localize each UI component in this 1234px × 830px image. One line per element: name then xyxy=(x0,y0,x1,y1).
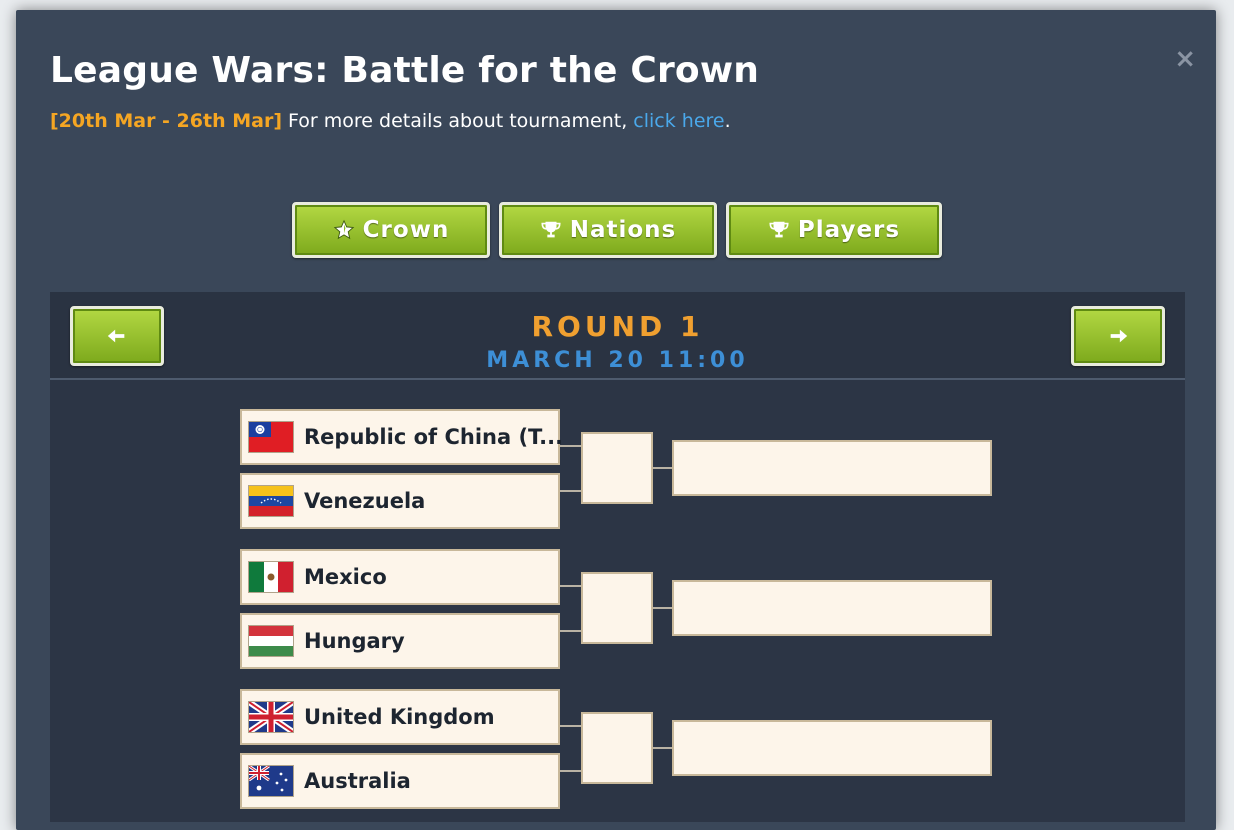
details-link[interactable]: click here xyxy=(633,110,724,132)
round-date: MARCH 20 11:00 xyxy=(486,348,749,373)
tab-nations[interactable]: Nations xyxy=(499,202,717,258)
bracket-slot-team[interactable]: Mexico xyxy=(240,549,560,605)
trophy-icon xyxy=(541,221,561,238)
tab-players-label: Players xyxy=(797,217,901,243)
arrow-right-icon xyxy=(1110,329,1128,343)
match-score-box xyxy=(581,432,653,504)
winner-slot xyxy=(672,580,992,636)
team-name: Republic of China (T... xyxy=(304,425,564,449)
date-range: [20th Mar - 26th Mar] xyxy=(50,110,283,132)
bracket-connector xyxy=(560,770,581,772)
bracket-connector xyxy=(653,607,672,609)
tournament-modal: × League Wars: Battle for the Crown [20t… xyxy=(16,10,1216,830)
bracket-slot-team[interactable]: Republic of China (T... xyxy=(240,409,564,465)
winner-slot xyxy=(672,720,992,776)
team-name: United Kingdom xyxy=(304,705,495,729)
tab-players[interactable]: Players xyxy=(726,202,942,258)
team-name: Venezuela xyxy=(304,489,426,513)
trophy-icon xyxy=(769,221,789,238)
bracket-connector xyxy=(560,585,581,587)
tab-crown-label: Crown xyxy=(362,217,450,243)
match-score-box xyxy=(581,712,653,784)
bracket-connector xyxy=(653,747,672,749)
team-name: Hungary xyxy=(304,629,405,653)
details-suffix: . xyxy=(724,110,731,132)
uk-flag-icon xyxy=(248,701,294,733)
modal-title: League Wars: Battle for the Crown xyxy=(50,50,760,91)
hungary-flag-icon xyxy=(248,625,294,657)
australia-flag-icon xyxy=(248,765,294,797)
bracket-connector xyxy=(560,725,581,727)
star-icon xyxy=(333,219,354,240)
winner-slot xyxy=(672,440,992,496)
bracket-slot-team[interactable]: United Kingdom xyxy=(240,689,560,745)
tournament-subtitle: [20th Mar - 26th Mar] For more details a… xyxy=(50,110,731,132)
bracket-connector xyxy=(560,490,581,492)
round-title: ROUND 1 xyxy=(531,310,704,343)
next-round-button[interactable] xyxy=(1071,306,1165,366)
team-name: Australia xyxy=(304,769,411,793)
match-score-box xyxy=(581,572,653,644)
bracket-panel: ROUND 1 MARCH 20 11:00 Republic of China… xyxy=(50,292,1185,822)
taiwan-flag-icon xyxy=(248,421,294,453)
bracket-slot-team[interactable]: Venezuela xyxy=(240,473,560,529)
bracket-connector xyxy=(560,630,581,632)
venezuela-flag-icon xyxy=(248,485,294,517)
tab-crown[interactable]: Crown xyxy=(292,202,490,258)
round-header: ROUND 1 MARCH 20 11:00 xyxy=(50,292,1185,380)
team-name: Mexico xyxy=(304,565,387,589)
tab-nations-label: Nations xyxy=(569,217,677,243)
mexico-flag-icon xyxy=(248,561,294,593)
bracket-slot-team[interactable]: Hungary xyxy=(240,613,560,669)
bracket-connector xyxy=(560,445,581,447)
tab-bar: Crown Nations Players xyxy=(292,202,942,258)
details-text: For more details about tournament, xyxy=(282,110,634,132)
bracket-slot-team[interactable]: Australia xyxy=(240,753,560,809)
bracket-connector xyxy=(653,467,672,469)
close-icon[interactable]: × xyxy=(1174,46,1196,72)
